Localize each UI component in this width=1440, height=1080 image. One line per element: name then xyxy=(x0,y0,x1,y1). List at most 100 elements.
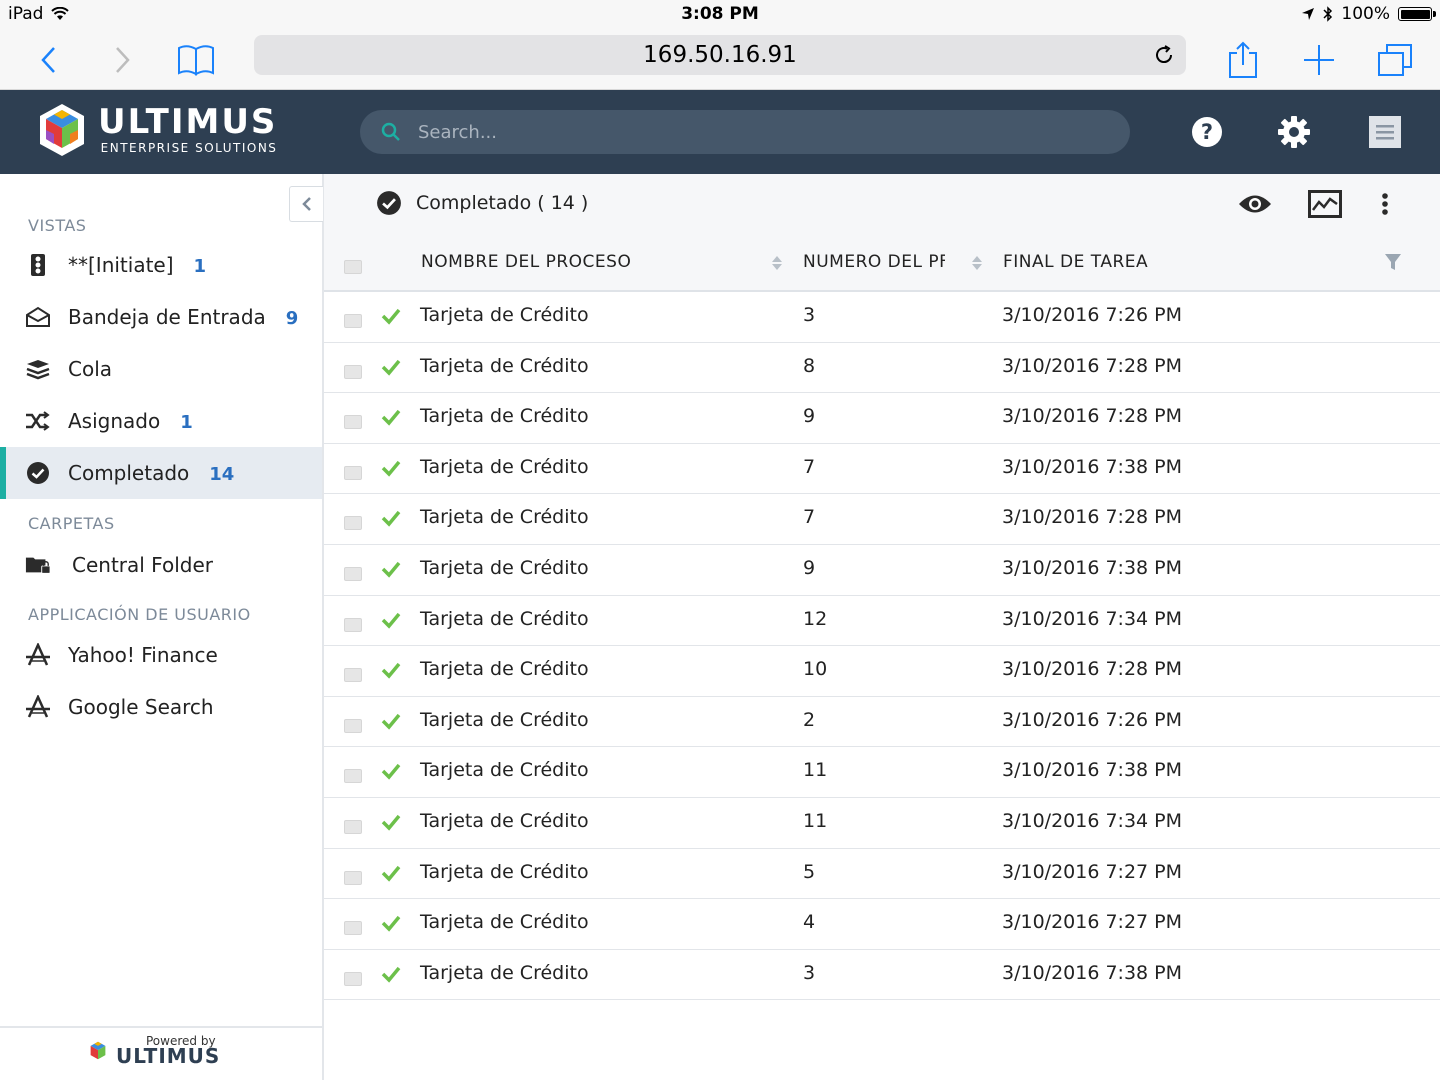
chart-view-button[interactable] xyxy=(1305,186,1345,222)
row-checkbox[interactable] xyxy=(344,617,362,632)
table-row[interactable]: Tarjeta de Crédito 12 3/10/2016 7:34 PM xyxy=(324,596,1440,647)
forward-button[interactable] xyxy=(101,38,145,82)
row-checkbox[interactable] xyxy=(344,870,362,885)
sidebar-item-count: 14 xyxy=(209,464,235,485)
sidebar-item-label: **[Initiate] 1 xyxy=(68,253,207,277)
column-header-task-end[interactable]: FINAL DE TAREA xyxy=(1003,252,1303,272)
table-row[interactable]: Tarjeta de Crédito 4 3/10/2016 7:27 PM xyxy=(324,899,1440,950)
menu-button[interactable] xyxy=(1363,110,1407,154)
sidebar-item-google-search[interactable]: Google Search xyxy=(0,681,322,733)
more-options-button[interactable] xyxy=(1365,186,1405,222)
process-name-cell: Tarjeta de Crédito xyxy=(420,658,589,681)
row-checkbox[interactable] xyxy=(344,314,362,328)
search-input[interactable] xyxy=(418,121,1098,143)
logo-text: ULTIMUS ENTERPRISE SOLUTIONS xyxy=(98,105,277,155)
sidebar-item-label: Bandeja de Entrada 9 xyxy=(68,305,299,329)
status-bar: iPad 3:08 PM 100% xyxy=(0,0,1440,30)
task-end-cell: 3/10/2016 7:38 PM xyxy=(1002,961,1183,984)
tabs-icon xyxy=(1378,44,1412,76)
search-box[interactable] xyxy=(360,110,1130,154)
table-row[interactable]: Tarjeta de Crédito 7 3/10/2016 7:28 PM xyxy=(324,494,1440,545)
row-checkbox[interactable] xyxy=(344,415,362,430)
check-circle-icon xyxy=(25,460,51,486)
help-button[interactable]: ? xyxy=(1185,110,1229,154)
row-checkbox[interactable] xyxy=(344,971,362,986)
task-end-cell: 3/10/2016 7:27 PM xyxy=(1002,860,1183,883)
row-checkbox[interactable] xyxy=(344,921,362,936)
plus-icon xyxy=(1304,45,1334,75)
process-number-cell: 7 xyxy=(803,506,816,529)
table-row[interactable]: Tarjeta de Crédito 11 3/10/2016 7:38 PM xyxy=(324,747,1440,798)
check-icon xyxy=(381,460,401,477)
sidebar-item-completed[interactable]: Completado 14 xyxy=(0,447,322,499)
settings-button[interactable] xyxy=(1272,110,1316,154)
sidebar-item-central-folder[interactable]: Central Folder xyxy=(0,539,322,591)
powered-by-text: Powered by xyxy=(146,1034,216,1048)
table-row[interactable]: Tarjeta de Crédito 7 3/10/2016 7:38 PM xyxy=(324,444,1440,495)
check-icon xyxy=(381,511,401,527)
check-icon xyxy=(381,966,401,983)
task-end-cell: 3/10/2016 7:26 PM xyxy=(1002,708,1183,731)
table-row[interactable]: Tarjeta de Crédito 9 3/10/2016 7:28 PM xyxy=(324,393,1440,444)
table-row[interactable]: Tarjeta de Crédito 10 3/10/2016 7:28 PM xyxy=(324,646,1440,697)
process-number-cell: 5 xyxy=(803,860,816,883)
process-number-cell: 4 xyxy=(803,911,816,934)
table-row[interactable]: Tarjeta de Crédito 2 3/10/2016 7:26 PM xyxy=(324,697,1440,748)
back-button[interactable] xyxy=(26,38,70,82)
stack-icon xyxy=(25,356,51,382)
reload-icon[interactable] xyxy=(1152,43,1176,67)
table-body: Tarjeta de Crédito 3 3/10/2016 7:26 PM Tarj… xyxy=(324,292,1440,1001)
location-arrow-icon xyxy=(1302,8,1315,20)
process-name-cell: Tarjeta de Crédito xyxy=(420,809,589,832)
sort-icon[interactable] xyxy=(971,254,983,272)
sidebar-item-initiate[interactable]: **[Initiate] 1 xyxy=(0,239,322,291)
preview-button[interactable] xyxy=(1235,186,1275,222)
main-content: Completado ( 14 ) NOMBRE DEL PROCESO NUM… xyxy=(324,174,1440,1080)
row-checkbox[interactable] xyxy=(344,668,362,683)
row-checkbox[interactable] xyxy=(344,364,362,379)
table-row[interactable]: Tarjeta de Crédito 11 3/10/2016 7:34 PM xyxy=(324,798,1440,849)
process-name-cell: Tarjeta de Crédito xyxy=(420,405,589,428)
column-header-process-name[interactable]: NOMBRE DEL PROCESO xyxy=(421,252,761,272)
row-checkbox[interactable] xyxy=(344,819,362,834)
sidebar-item-yahoo-finance[interactable]: Yahoo! Finance xyxy=(0,629,322,681)
column-header-process-number[interactable]: NUMERO DEL PF xyxy=(803,252,945,272)
collapse-sidebar-button[interactable] xyxy=(289,186,323,222)
select-all-checkbox[interactable] xyxy=(344,260,362,274)
process-number-cell: 9 xyxy=(803,556,816,579)
row-checkbox[interactable] xyxy=(344,718,362,733)
table-row[interactable]: Tarjeta de Crédito 3 3/10/2016 7:26 PM xyxy=(324,292,1440,343)
vertical-dots-icon xyxy=(1382,193,1388,215)
check-icon xyxy=(381,865,401,882)
address-bar[interactable]: 169.50.16.91 xyxy=(254,35,1186,75)
filter-icon[interactable] xyxy=(1384,253,1402,271)
table-row[interactable]: Tarjeta de Crédito 3 3/10/2016 7:38 PM xyxy=(324,950,1440,1001)
table-row[interactable]: Tarjeta de Crédito 9 3/10/2016 7:38 PM xyxy=(324,545,1440,596)
check-icon xyxy=(381,764,401,780)
process-name-cell: Tarjeta de Crédito xyxy=(420,354,589,377)
sidebar-item-label: Central Folder xyxy=(72,553,213,577)
sidebar-item-assigned[interactable]: Asignado 1 xyxy=(0,395,322,447)
process-number-cell: 8 xyxy=(803,354,816,377)
check-icon xyxy=(381,561,401,578)
row-checkbox[interactable] xyxy=(344,769,362,784)
table-row[interactable]: Tarjeta de Crédito 8 3/10/2016 7:28 PM xyxy=(324,343,1440,394)
bookmarks-button[interactable] xyxy=(174,38,218,82)
sidebar-item-inbox[interactable]: Bandeja de Entrada 9 xyxy=(0,291,322,343)
row-checkbox[interactable] xyxy=(344,465,362,480)
ultimus-logo[interactable]: ULTIMUS ENTERPRISE SOLUTIONS xyxy=(36,102,277,158)
table-row[interactable]: Tarjeta de Crédito 5 3/10/2016 7:27 PM xyxy=(324,849,1440,900)
row-checkbox[interactable] xyxy=(344,516,362,531)
process-number-cell: 7 xyxy=(803,455,816,478)
tabs-button[interactable] xyxy=(1373,38,1417,82)
new-tab-button[interactable] xyxy=(1297,38,1341,82)
share-button[interactable] xyxy=(1221,38,1265,82)
search-icon xyxy=(381,122,400,141)
sort-icon[interactable] xyxy=(771,254,783,272)
process-name-cell: Tarjeta de Crédito xyxy=(420,455,589,478)
row-checkbox[interactable] xyxy=(344,566,362,581)
shuffle-icon xyxy=(25,408,51,434)
process-name-cell: Tarjeta de Crédito xyxy=(420,556,589,579)
check-icon xyxy=(381,663,401,679)
sidebar-item-queue[interactable]: Cola xyxy=(0,343,322,395)
